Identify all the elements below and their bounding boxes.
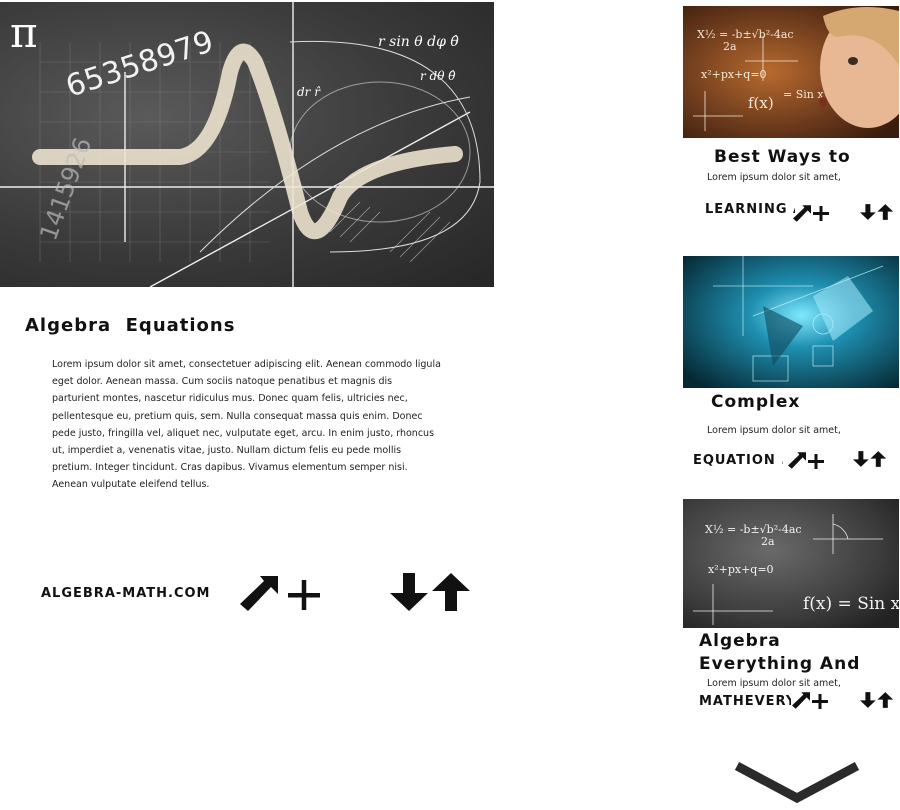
card-2-title: Complex	[711, 392, 801, 412]
svg-text:f(x) = Sin x: f(x) = Sin x	[803, 594, 899, 614]
expand-arrow-icon[interactable]	[793, 205, 811, 222]
card-3-image[interactable]: X½ = -b±√b²-4ac 2a x²+px+q=0 f(x) = Sin …	[683, 499, 899, 628]
svg-text:X½ = -b±√b²-4ac: X½ = -b±√b²-4ac	[697, 28, 794, 41]
card-2-image[interactable]	[683, 256, 899, 388]
card-3-link[interactable]: MATHEVERYTHING.COM	[699, 694, 791, 714]
expand-arrow-icon[interactable]	[788, 452, 806, 469]
svg-text:= Sin x: = Sin x	[783, 88, 824, 101]
svg-text:r dθ θ̂: r dθ θ̂	[420, 69, 456, 83]
svg-text:2a: 2a	[761, 535, 775, 548]
plus-icon[interactable]	[808, 454, 824, 469]
svg-text:r sin θ dφ θ̂: r sin θ dφ θ̂	[378, 34, 459, 50]
card-1-excerpt: Lorem ipsum dolor sit amet,	[707, 172, 841, 183]
sort-arrows-icon[interactable]	[390, 573, 472, 611]
chalkboard-illustration: π 65358979 1415926 r sin θ dφ θ̂ r dθ θ̂…	[0, 2, 494, 287]
sort-arrows-icon[interactable]	[853, 449, 887, 469]
card-1-image[interactable]: X½ = -b±√b²-4ac 2a x²+px+q=0 f(x) = Sin …	[683, 6, 899, 138]
svg-text:2a: 2a	[723, 40, 737, 53]
expand-arrow-icon[interactable]	[792, 692, 810, 709]
sort-arrows-icon[interactable]	[860, 690, 894, 710]
card-1-title: Best Ways to	[714, 147, 851, 167]
svg-text:x²+px+q=0: x²+px+q=0	[701, 68, 767, 81]
article-source-link[interactable]: ALGEBRA-MATH.COM	[41, 586, 210, 601]
card-3-title: Algebra Everything And	[699, 631, 861, 674]
chevron-down-icon[interactable]	[735, 760, 859, 804]
expand-arrow-icon[interactable]	[240, 576, 278, 611]
svg-text:π: π	[10, 8, 38, 57]
svg-text:f(x): f(x)	[748, 94, 774, 112]
article-title: Algebra Equations	[25, 315, 236, 336]
plus-icon[interactable]	[813, 206, 829, 221]
hero-image: π 65358979 1415926 r sin θ dφ θ̂ r dθ θ̂…	[0, 2, 494, 287]
sort-arrows-icon[interactable]	[860, 202, 894, 222]
svg-text:65358979: 65358979	[62, 24, 218, 104]
article-body: Lorem ipsum dolor sit amet, consectetuer…	[52, 359, 441, 491]
card-1-link[interactable]: LEARNING ALGEBRA	[705, 202, 795, 222]
plus-icon[interactable]	[288, 580, 320, 610]
svg-text:X½ = -b±√b²-4ac: X½ = -b±√b²-4ac	[705, 523, 802, 536]
card-2-link[interactable]: EQUATION .COM	[693, 453, 783, 473]
card-2-excerpt: Lorem ipsum dolor sit amet,	[707, 425, 841, 436]
plus-icon[interactable]	[812, 694, 828, 709]
svg-text:x²+px+q=0: x²+px+q=0	[708, 563, 774, 576]
svg-text:dr r̂: dr r̂	[297, 85, 321, 99]
